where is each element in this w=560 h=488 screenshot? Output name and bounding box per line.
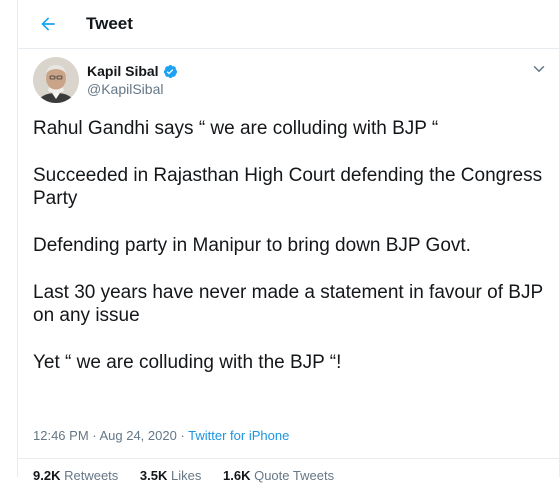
profile-photo [33, 57, 79, 103]
tweet-source-link[interactable]: Twitter for iPhone [188, 428, 289, 443]
likes-count: 3.5K [139, 468, 168, 483]
quote-label: Quote Tweets [254, 468, 335, 483]
author-name[interactable]: Kapil Sibal [87, 63, 178, 79]
page-title: Tweet [86, 14, 133, 33]
tweet-stats: 9.2K Retweets 3.5K Likes 1.6K Quote Twee… [18, 458, 559, 488]
quote-tweets-stat[interactable]: 1.6K Quote Tweets [223, 468, 334, 483]
author-handle[interactable]: @KapilSibal [87, 81, 163, 97]
tweet-timestamp[interactable]: 12:46 PM · Aug 24, 2020 [33, 428, 177, 443]
retweets-label: Retweets [64, 468, 119, 483]
tweet-paragraph: Defending party in Manipur to bring down… [33, 235, 471, 256]
retweets-stat[interactable]: 9.2K Retweets [33, 468, 118, 483]
tweet-meta: 12:46 PM · Aug 24, 2020 · Twitter for iP… [33, 428, 289, 443]
back-button[interactable] [34, 10, 62, 38]
verified-badge-icon [163, 64, 177, 78]
likes-label: Likes [171, 468, 202, 483]
avatar[interactable] [33, 57, 79, 103]
meta-separator: · [176, 428, 189, 443]
tweet-paragraph: Succeeded in Rajasthan High Court defend… [33, 165, 543, 209]
author-name-text: Kapil Sibal [87, 63, 159, 79]
likes-stat[interactable]: 3.5K Likes [140, 468, 201, 483]
tweet-paragraph: Rahul Gandhi says “ we are colluding wit… [33, 118, 439, 139]
quote-count: 1.6K [223, 468, 251, 483]
back-arrow-icon [41, 17, 55, 31]
tweet-text: Rahul Gandhi says “ we are colluding wit… [33, 117, 548, 374]
tweet-column: Tweet Kapil Sibal @KapilSibal Rahul Gand… [17, 0, 560, 483]
tweet-paragraph: Yet “ we are colluding with the BJP “! [33, 352, 342, 373]
more-options-button[interactable] [530, 60, 548, 78]
chevron-down-icon [533, 66, 545, 72]
top-bar: Tweet [18, 0, 559, 49]
tweet-paragraph: Last 30 years have never made a statemen… [33, 282, 543, 326]
retweets-count: 9.2K [33, 468, 61, 483]
